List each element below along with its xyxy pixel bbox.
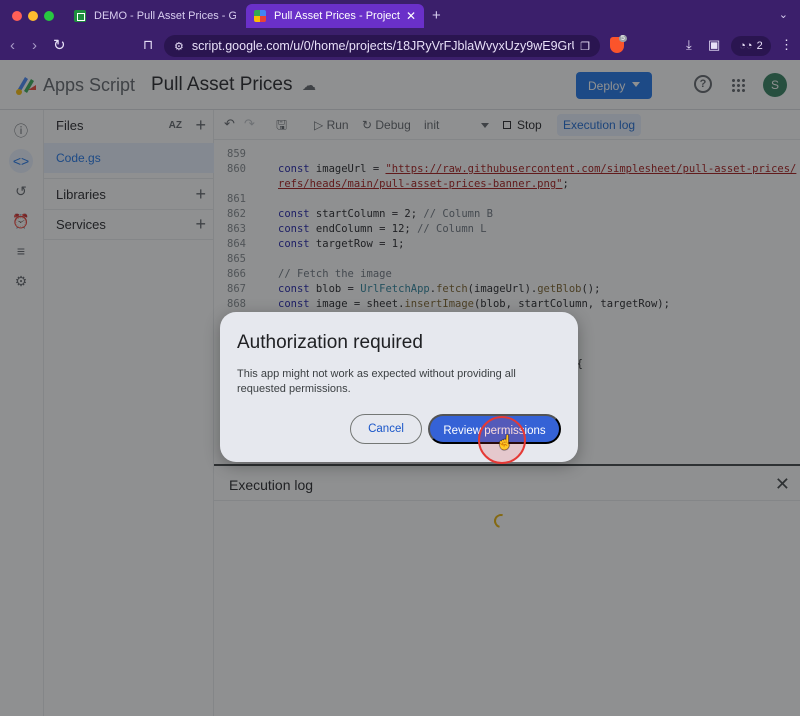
reload-icon[interactable]: ↻ — [53, 37, 66, 55]
copy-icon[interactable]: ❐ — [580, 40, 590, 53]
glasses-icon: ◔◔ — [739, 40, 753, 52]
cancel-button[interactable]: Cancel — [350, 414, 422, 444]
tab-list-chevron-icon[interactable]: ⌄ — [779, 8, 788, 21]
address-bar[interactable]: ⚙ script.google.com/u/0/home/projects/18… — [164, 35, 600, 57]
sheets-icon — [74, 10, 86, 22]
back-icon[interactable]: ‹ — [10, 37, 15, 55]
tab-title: DEMO - Pull Asset Prices - Google Sheets — [94, 10, 236, 22]
url-text: script.google.com/u/0/home/projects/18JR… — [191, 39, 575, 53]
tab-close-icon[interactable]: ✕ — [406, 9, 416, 23]
window-minimize-button[interactable] — [28, 11, 38, 21]
wallet-button[interactable]: ◔◔ 2 — [731, 36, 771, 56]
download-icon[interactable]: ⤓ — [686, 37, 692, 53]
hand-cursor-icon: ☝ — [496, 434, 514, 450]
brave-shields-count: 5 — [619, 35, 627, 42]
browser-tab-apps-script[interactable]: Pull Asset Prices - Project Editor - App… — [246, 4, 424, 28]
apps-script-icon — [254, 10, 266, 22]
bookmark-icon[interactable]: ⊓ — [143, 37, 153, 53]
wallet-count: 2 — [756, 40, 763, 52]
sidebar-icon[interactable]: ▣ — [708, 37, 720, 53]
window-maximize-button[interactable] — [44, 11, 54, 21]
new-tab-button[interactable]: + — [432, 7, 441, 24]
tab-title: Pull Asset Prices - Project Editor - App… — [274, 10, 400, 22]
window-close-button[interactable] — [12, 11, 22, 21]
browser-toolbar: ‹ › ↻ ⊓ ⚙ script.google.com/u/0/home/pro… — [0, 32, 800, 60]
browser-tab-sheets[interactable]: DEMO - Pull Asset Prices - Google Sheets — [66, 4, 244, 28]
browser-menu-icon[interactable]: ⋮ — [780, 37, 793, 53]
dialog-title: Authorization required — [237, 332, 423, 353]
site-settings-icon[interactable]: ⚙ — [174, 40, 184, 53]
browser-titlebar: DEMO - Pull Asset Prices - Google Sheets… — [0, 0, 800, 32]
dialog-body: This app might not work as expected with… — [237, 368, 516, 395]
forward-icon[interactable]: › — [32, 37, 37, 55]
